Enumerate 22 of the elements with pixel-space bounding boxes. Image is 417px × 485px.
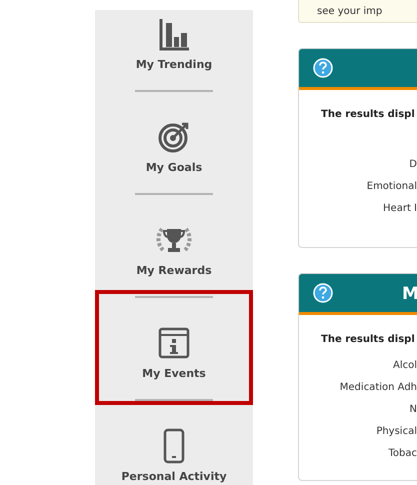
category-label: Tobac: [388, 447, 417, 460]
nav-item[interactable]: My Events: [101, 296, 247, 399]
results-description: The results displ: [321, 108, 416, 122]
category-label: N: [410, 403, 417, 416]
nav-item[interactable]: My Trending: [101, 0, 247, 90]
target-icon: [157, 120, 191, 154]
nav-item[interactable]: My Rewards: [101, 193, 247, 296]
category-label: Physical: [376, 425, 417, 438]
category-label: Heart I: [383, 202, 417, 215]
nav-item[interactable]: My Goals: [101, 90, 247, 193]
category-label: Alcol: [392, 359, 417, 372]
info-calendar-icon: [157, 326, 191, 360]
category-label: D: [409, 158, 417, 171]
bar-chart-icon: [157, 17, 191, 51]
help-icon[interactable]: [313, 58, 333, 78]
card-title: M: [402, 283, 417, 306]
results-description: The results displ: [321, 333, 416, 347]
notice-text: see your imp: [317, 6, 382, 18]
category-label: Emotional: [366, 180, 417, 193]
category-label: Medication Adh: [340, 381, 417, 394]
help-icon[interactable]: [313, 283, 333, 303]
nav-item[interactable]: Personal Activity: [101, 399, 247, 485]
